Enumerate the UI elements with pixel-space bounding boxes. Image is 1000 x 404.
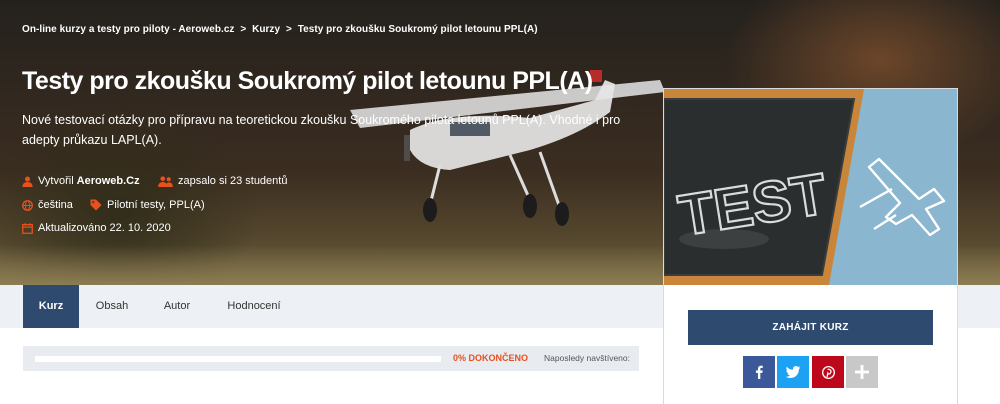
tab-author[interactable]: Autor — [150, 285, 204, 328]
share-twitter-button[interactable] — [777, 356, 809, 388]
author-name[interactable]: Aeroweb.Cz — [77, 175, 140, 187]
course-sidebar-card: TEST ZAHÁJIT KURZ — [663, 88, 958, 404]
tab-content[interactable]: Obsah — [84, 285, 140, 328]
share-pinterest-button[interactable] — [812, 356, 844, 388]
calendar-icon — [22, 222, 33, 234]
share-more-button[interactable] — [846, 356, 878, 388]
progress-track — [35, 356, 441, 362]
enrolled-count: zapsalo si 23 studentů — [178, 175, 288, 187]
course-language: čeština — [22, 199, 73, 211]
language-label: čeština — [38, 199, 73, 211]
categories-label[interactable]: Pilotní testy, PPL(A) — [107, 199, 205, 211]
breadcrumb-item-current: Testy pro zkoušku Soukromý pilot letounu… — [297, 24, 538, 35]
tab-reviews[interactable]: Hodnocení — [214, 285, 294, 328]
progress-percent: 0% DOKONČENO — [453, 353, 529, 363]
breadcrumb-separator: > — [285, 24, 292, 35]
breadcrumb-separator: > — [240, 24, 247, 35]
course-author: Vytvořil Aeroweb.Cz — [22, 175, 140, 187]
plus-icon — [855, 365, 869, 379]
pinterest-icon — [821, 365, 835, 379]
breadcrumb: On-line kurzy a testy pro piloty - Aerow… — [22, 24, 541, 35]
breadcrumb-item-courses[interactable]: Kurzy — [252, 24, 280, 35]
breadcrumb-item-home[interactable]: On-line kurzy a testy pro piloty - Aerow… — [22, 24, 234, 35]
chalkboard-image: TEST — [664, 89, 957, 285]
globe-icon — [22, 199, 33, 211]
course-page: On-line kurzy a testy pro piloty - Aerow… — [0, 0, 1000, 404]
author-prefix: Vytvořil — [38, 175, 74, 187]
tab-course[interactable]: Kurz — [23, 285, 79, 328]
course-categories: Pilotní testy, PPL(A) — [90, 199, 205, 211]
user-icon — [22, 175, 33, 187]
updated-date: Aktualizováno 22. 10. 2020 — [38, 222, 171, 234]
share-facebook-button[interactable] — [743, 356, 775, 388]
course-enrolled: zapsalo si 23 studentů — [158, 175, 287, 187]
start-course-button[interactable]: ZAHÁJIT KURZ — [688, 310, 933, 345]
facebook-icon — [755, 365, 763, 379]
tag-icon — [90, 199, 102, 211]
course-updated: Aktualizováno 22. 10. 2020 — [22, 222, 171, 234]
page-title: Testy pro zkoušku Soukromý pilot letounu… — [22, 67, 593, 95]
users-icon — [158, 175, 173, 187]
last-visited: Naposledy navštíveno: — [544, 353, 630, 363]
course-thumbnail: TEST — [664, 89, 957, 285]
course-description: Nové testovací otázky pro přípravu na te… — [22, 113, 621, 147]
twitter-icon — [785, 366, 800, 378]
course-progress: 0% DOKONČENO Naposledy navštíveno: — [23, 346, 639, 371]
